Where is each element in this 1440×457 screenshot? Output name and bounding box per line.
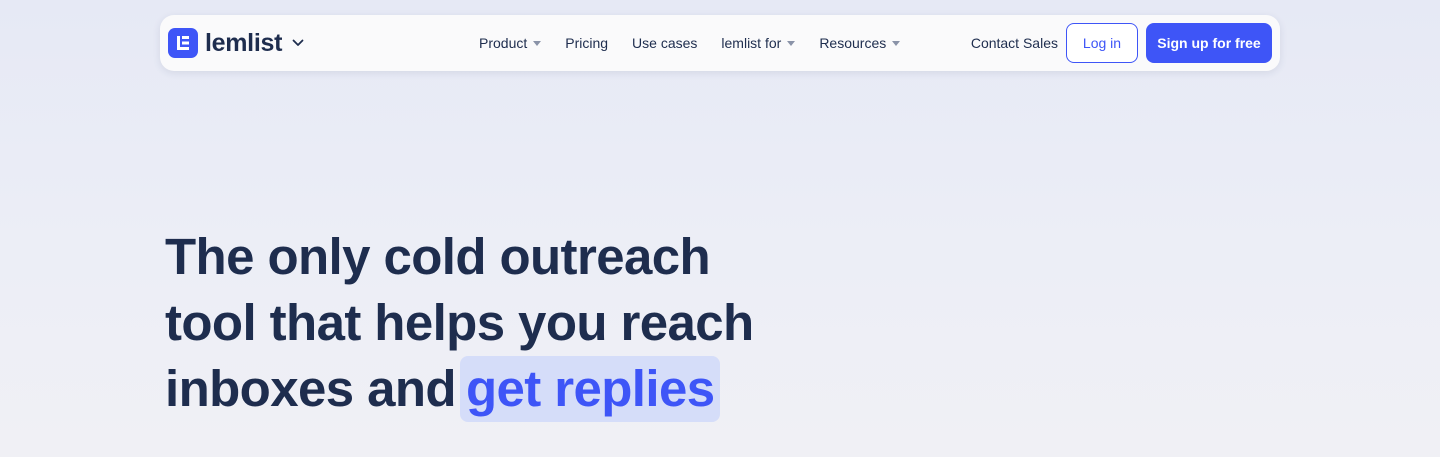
caret-down-icon <box>533 40 542 46</box>
nav-item-resources[interactable]: Resources <box>819 35 901 51</box>
caret-down-icon <box>787 40 796 46</box>
nav-item-label: lemlist for <box>721 35 782 51</box>
nav-item-lemlist-for[interactable]: lemlist for <box>721 35 796 51</box>
signup-button[interactable]: Sign up for free <box>1146 23 1272 63</box>
hero-line-3-prefix: inboxes and <box>165 360 457 417</box>
hero-line-3: inboxes and get replies <box>165 356 865 422</box>
brand-name: lemlist <box>205 28 283 57</box>
hero-highlight: get replies <box>459 356 721 422</box>
contact-sales-link[interactable]: Contact Sales <box>971 35 1058 51</box>
nav-item-label: Resources <box>819 35 887 51</box>
nav-item-label: Use cases <box>632 35 698 51</box>
hero-line-2: tool that helps you reach <box>165 294 754 351</box>
main-nav: Product Pricing Use cases lemlist for Re… <box>479 15 924 71</box>
nav-item-use-cases[interactable]: Use cases <box>632 35 697 51</box>
brand-menu[interactable]: lemlist <box>168 27 304 59</box>
nav-item-product[interactable]: Product <box>479 35 542 51</box>
nav-item-pricing[interactable]: Pricing <box>565 35 608 51</box>
hero-headline: The only cold outreach tool that helps y… <box>165 224 865 422</box>
nav-actions: Contact Sales Log in Sign up for free <box>971 15 1272 71</box>
hero-line-1: The only cold outreach <box>165 228 711 285</box>
top-navigation-bar: lemlist Product Pricing Use cases lemlis… <box>160 15 1280 71</box>
nav-item-label: Pricing <box>565 35 609 51</box>
lemlist-logo-icon <box>168 28 198 58</box>
nav-item-label: Product <box>479 35 528 51</box>
chevron-down-icon[interactable] <box>292 39 304 47</box>
caret-down-icon <box>892 40 901 46</box>
login-button[interactable]: Log in <box>1066 23 1138 63</box>
